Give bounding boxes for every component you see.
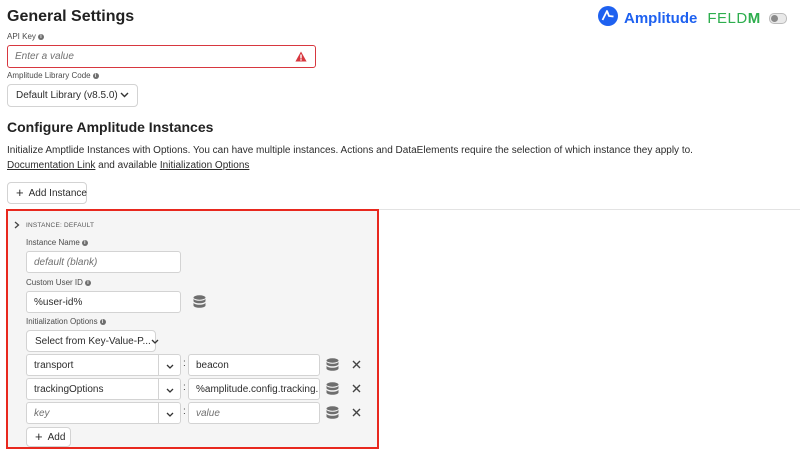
chevron-down-icon [151, 336, 159, 347]
option-key-dropdown[interactable] [158, 402, 181, 424]
data-element-icon[interactable] [326, 406, 339, 420]
remove-icon[interactable] [352, 360, 361, 369]
option-key-value: trackingOptions [34, 383, 104, 395]
initialization-options-link[interactable]: Initialization Options [160, 160, 250, 171]
separator-colon: : [183, 382, 186, 393]
option-key-dropdown[interactable] [158, 354, 181, 376]
api-key-label-text: API Key [7, 32, 36, 41]
instances-description: Initialize Amptlide Instances with Optio… [7, 143, 787, 173]
custom-user-id-label: Custom User ID i [26, 278, 91, 287]
option-key-dropdown[interactable] [158, 378, 181, 400]
add-instance-label: Add Instance [28, 187, 87, 199]
instance-header[interactable]: INSTANCE: DEFAULT [14, 216, 94, 234]
info-icon: i [92, 72, 99, 79]
custom-user-id-label-text: Custom User ID [26, 278, 83, 287]
data-element-icon[interactable] [326, 358, 339, 372]
option-value-input[interactable]: beacon [188, 354, 320, 376]
info-icon: i [99, 318, 106, 325]
and-text: and available [95, 160, 160, 171]
option-value-input[interactable]: %amplitude.config.tracking... [188, 378, 320, 400]
select-key-value-label: Select from Key-Value-P... [35, 335, 151, 347]
remove-icon[interactable] [352, 384, 361, 393]
option-key-input[interactable]: transport [26, 354, 158, 376]
feld-m-text: M [747, 10, 761, 27]
instance-name-input[interactable]: default (blank) [26, 251, 181, 273]
data-element-icon[interactable] [326, 382, 339, 396]
api-key-label: API Key i [7, 32, 44, 41]
info-icon: i [84, 279, 91, 286]
chevron-down-icon [166, 380, 174, 398]
instance-header-text: INSTANCE: DEFAULT [26, 221, 95, 229]
remove-icon[interactable] [352, 408, 361, 417]
api-key-input[interactable]: Enter a value [7, 45, 316, 68]
library-label-text: Amplitude Library Code [7, 71, 91, 80]
brand-area: Amplitude FELDM [598, 6, 787, 31]
option-value-value: beacon [196, 359, 229, 371]
plus-icon: + [16, 185, 24, 200]
library-label: Amplitude Library Code i [7, 71, 99, 80]
option-value-placeholder: value [196, 407, 220, 419]
select-key-value-button[interactable]: Select from Key-Value-P... [26, 330, 159, 352]
option-key-placeholder: key [34, 407, 50, 419]
instances-heading: Configure Amplitude Instances [7, 119, 214, 135]
instance-name-label: Instance Name i [26, 238, 88, 247]
option-key-input[interactable]: trackingOptions [26, 378, 158, 400]
option-key-value: transport [34, 359, 74, 371]
instance-name-label-text: Instance Name [26, 238, 80, 247]
info-icon: i [81, 239, 88, 246]
feldm-logo: FELDM [707, 10, 760, 27]
init-options-label: Initialization Options i [26, 317, 106, 326]
custom-user-id-input[interactable]: %user-id% [26, 291, 181, 313]
page-title: General Settings [7, 8, 135, 25]
library-select-value: Default Library (v8.5.0) [16, 90, 118, 101]
amplitude-logo-icon [598, 6, 618, 31]
amplitude-brand-text: Amplitude [624, 10, 698, 27]
toggle-knob [770, 15, 778, 22]
documentation-link[interactable]: Documentation Link [7, 160, 95, 171]
chevron-down-icon [166, 356, 174, 374]
data-element-icon[interactable] [193, 295, 206, 309]
plus-icon: + [35, 429, 43, 444]
option-value-value: %amplitude.config.tracking... [196, 383, 320, 395]
add-option-button[interactable]: + Add [26, 427, 71, 447]
add-option-label: Add [47, 431, 66, 443]
separator-colon: : [183, 406, 186, 417]
option-key-input[interactable]: key [26, 402, 158, 424]
info-icon: i [37, 33, 44, 40]
feld-text: FELD [707, 10, 748, 27]
add-instance-button[interactable]: + Add Instance [7, 182, 87, 204]
init-options-label-text: Initialization Options [26, 317, 98, 326]
instances-description-text: Initialize Amptlide Instances with Optio… [7, 145, 693, 156]
separator-colon: : [183, 358, 186, 369]
chevron-down-icon [120, 90, 129, 101]
instances-links: Documentation Link and available Initial… [7, 158, 787, 173]
warning-icon [295, 51, 307, 65]
custom-user-id-value: %user-id% [34, 296, 83, 308]
instance-name-placeholder: default (blank) [34, 256, 98, 268]
option-value-input[interactable]: value [188, 402, 320, 424]
library-select[interactable]: Default Library (v8.5.0) [7, 84, 138, 107]
api-key-placeholder: Enter a value [15, 51, 74, 62]
chevron-right-icon [14, 216, 20, 234]
chevron-down-icon [166, 404, 174, 422]
theme-toggle[interactable] [768, 13, 787, 24]
